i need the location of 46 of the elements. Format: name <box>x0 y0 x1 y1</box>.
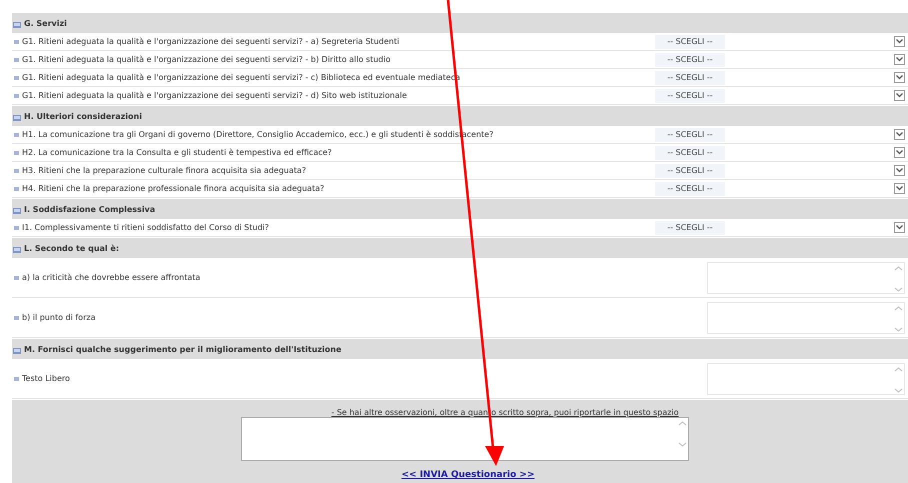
answer-dropdown[interactable]: -- SCEGLI -- <box>655 146 905 160</box>
question-text: Testo Libero <box>22 374 70 383</box>
caret-icon[interactable] <box>896 39 903 44</box>
caret-icon[interactable] <box>896 150 903 155</box>
bullet-icon <box>14 168 19 172</box>
question-text: b) il punto di forza <box>22 313 96 322</box>
bullet-icon <box>14 40 19 44</box>
caret-icon[interactable] <box>896 225 903 230</box>
question-text: a) la criticità che dovrebbe essere affrontata <box>22 273 200 282</box>
bullet-icon <box>14 94 19 98</box>
caret-icon[interactable] <box>896 186 903 191</box>
question-text: I1. Complessivamente ti ritieni soddisfatto del Corso di Studi? <box>22 223 269 232</box>
question-text: G1. Ritieni adeguata la qualità e l'organizzazione dei seguenti servizi? - d) Sito web istituzionale <box>22 91 407 100</box>
bullet-icon <box>14 150 19 154</box>
answer-dropdown[interactable]: -- SCEGLI -- <box>655 128 905 142</box>
question-text: G1. Ritieni adeguata la qualità e l'organizzazione dei seguenti servizi? - b) Diritto allo studio <box>22 55 390 64</box>
caret-icon[interactable] <box>896 132 903 137</box>
question-text: H3. Ritieni che la preparazione culturale finora acquisita sia adeguata? <box>22 166 306 175</box>
answer-dropdown[interactable]: -- SCEGLI -- <box>655 52 905 66</box>
bullet-icon <box>14 132 19 136</box>
bullet-icon <box>14 76 19 80</box>
section-title: G. Servizi <box>24 18 67 28</box>
caret-icon[interactable] <box>896 93 903 98</box>
answer-dropdown[interactable]: -- SCEGLI -- <box>655 220 905 234</box>
answer-dropdown[interactable]: -- SCEGLI -- <box>655 34 905 48</box>
bullet-icon <box>14 186 19 190</box>
answer-dropdown[interactable]: -- SCEGLI -- <box>655 88 905 102</box>
caret-icon[interactable] <box>896 75 903 80</box>
question-text: H2. La comunicazione tra la Consulta e gli studenti è tempestiva ed efficace? <box>22 148 332 157</box>
question-text: H4. Ritieni che la preparazione professionale finora acquisita sia adeguata? <box>22 184 324 193</box>
answer-dropdown[interactable]: -- SCEGLI -- <box>655 164 905 178</box>
section-title: H. Ulteriori considerazioni <box>24 112 142 120</box>
submit-link[interactable]: << INVIA Questionario >> <box>401 470 534 480</box>
section-title: I. Soddisfazione Complessiva <box>24 204 156 214</box>
bullet-icon <box>14 276 19 280</box>
section-title: M. Fornisci qualche suggerimento per il miglioramento dell'Istituzione <box>24 344 342 354</box>
bullet-icon <box>14 58 19 62</box>
bullet-icon <box>14 226 19 230</box>
question-text: G1. Ritieni adeguata la qualità e l'organizzazione dei seguenti servizi? - a) Segreteria Studenti <box>22 37 400 46</box>
caret-icon[interactable] <box>896 57 903 62</box>
answer-dropdown[interactable]: -- SCEGLI -- <box>655 70 905 84</box>
caret-icon[interactable] <box>896 168 903 173</box>
section-title: L. Secondo te qual è: <box>24 244 120 252</box>
bullet-icon <box>14 376 19 380</box>
bullet-icon <box>14 316 19 320</box>
answer-dropdown[interactable]: -- SCEGLI -- <box>655 182 905 196</box>
